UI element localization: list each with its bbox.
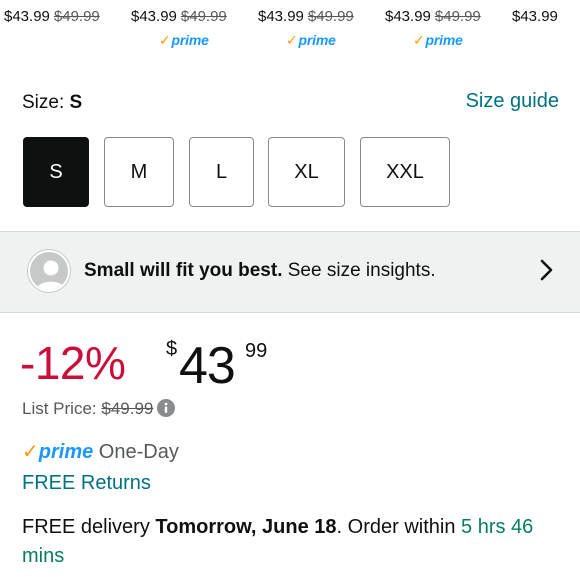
size-option-xl[interactable]: XL xyxy=(268,137,345,207)
info-icon[interactable] xyxy=(157,399,176,417)
size-option-s[interactable]: S xyxy=(23,137,89,207)
prime-badge: ✓prime xyxy=(159,32,209,48)
prime-check-icon: ✓ xyxy=(22,441,39,463)
size-guide-link[interactable]: Size guide xyxy=(466,90,559,113)
variant-price: $43.99 xyxy=(385,8,431,25)
variant-price: $43.99 xyxy=(512,8,558,25)
chevron-right-icon xyxy=(540,259,553,281)
delivery-message: FREE delivery Tomorrow, June 18. Order w… xyxy=(22,516,534,567)
size-label: Size: S xyxy=(22,92,83,113)
variant-price: $43.99 xyxy=(131,8,177,25)
variant-option[interactable]: $43.99 $49.99 xyxy=(4,8,100,25)
prime-check-icon: ✓ xyxy=(286,32,298,48)
size-option-xxl[interactable]: XXL xyxy=(360,137,450,207)
list-price-value: $49.99 xyxy=(101,399,154,418)
variant-option[interactable]: $43.99 $49.99 ✓prime xyxy=(258,8,354,48)
variant-option[interactable]: $43.99 $49.99 ✓prime xyxy=(385,8,481,48)
price-currency-symbol: $ xyxy=(166,338,178,360)
list-price: List Price: $49.99 xyxy=(22,399,176,419)
size-option-m[interactable]: M xyxy=(104,137,174,207)
size-insight-banner[interactable]: Small will fit you best. See size insigh… xyxy=(0,231,580,313)
selected-size: S xyxy=(69,92,83,113)
variant-was-price: $49.99 xyxy=(307,8,354,25)
delivery-date: Tomorrow, June 18 xyxy=(155,516,337,538)
variant-was-price: $49.99 xyxy=(180,8,227,25)
variant-was-price: $49.99 xyxy=(434,8,481,25)
discount-percentage: -12% xyxy=(20,337,126,389)
variant-was-price: $49.99 xyxy=(53,8,100,25)
size-insight-text: Small will fit you best. See size insigh… xyxy=(84,260,436,281)
variant-price: $43.99 xyxy=(4,8,50,25)
variant-price: $43.99 xyxy=(258,8,304,25)
free-returns-link[interactable]: FREE Returns xyxy=(22,472,151,495)
size-option-l[interactable]: L xyxy=(189,137,254,207)
variant-price-strip: $43.99 $49.99 $43.99 $49.99 ✓prime $43.99 $… xyxy=(0,0,580,60)
prime-badge: ✓prime xyxy=(413,32,463,48)
prime-one-day: ✓prime One-Day xyxy=(22,441,179,463)
variant-option[interactable]: $43.99 $49.99 ✓prime xyxy=(131,8,227,48)
avatar-icon xyxy=(28,250,70,292)
variant-option[interactable]: $43.99 xyxy=(512,8,558,25)
price-whole: 43 xyxy=(179,337,236,395)
prime-check-icon: ✓ xyxy=(413,32,425,48)
prime-check-icon: ✓ xyxy=(159,32,171,48)
price-fraction: 99 xyxy=(245,340,268,362)
prime-badge: ✓prime xyxy=(286,32,336,48)
